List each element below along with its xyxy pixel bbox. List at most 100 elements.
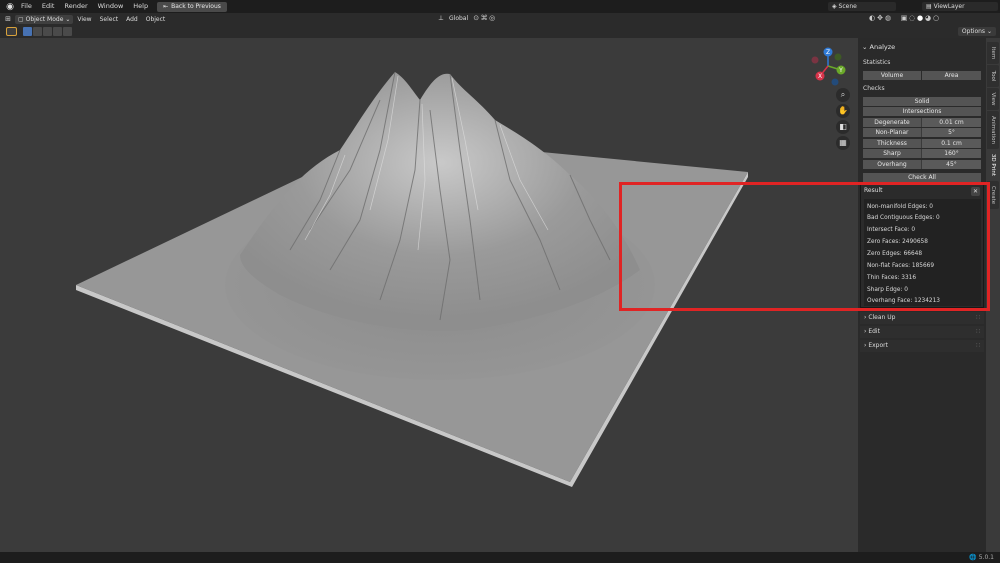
solid-button[interactable]: Solid <box>863 97 981 106</box>
back-to-previous-button[interactable]: ⇤ Back to Previous <box>157 1 227 12</box>
object-mode-icon: ▢ <box>18 15 24 23</box>
back-to-previous-label: Back to Previous <box>171 2 221 10</box>
select-extend-icon[interactable] <box>33 27 42 36</box>
solid-shading-icon[interactable]: ● <box>916 14 924 22</box>
tab-tool[interactable]: Tool <box>987 65 999 87</box>
edit-panel[interactable]: › Edit ∷ <box>860 326 984 338</box>
tool-settings-bar: Options ⌄ <box>0 25 1000 38</box>
analyze-panel-header[interactable]: ⌄ Analyze <box>858 41 986 54</box>
select-intersect-icon[interactable] <box>63 27 72 36</box>
overhang-row: Overhang 45° <box>863 160 981 169</box>
degenerate-button[interactable]: Degenerate <box>863 118 922 127</box>
drag-handle-icon[interactable]: ∷ <box>976 340 980 352</box>
menu-render[interactable]: Render <box>59 0 92 13</box>
navigation-gizmo[interactable]: Z Y X <box>808 46 848 86</box>
menu-help[interactable]: Help <box>128 0 153 13</box>
tab-animation-label: Animation <box>990 115 996 145</box>
options-label: Options <box>961 28 986 35</box>
selection-mode-buttons <box>23 27 73 36</box>
area-button[interactable]: Area <box>922 71 981 80</box>
tab-item-label: Item <box>990 46 996 60</box>
overhang-value[interactable]: 45° <box>922 160 981 169</box>
mode-label: Object Mode <box>25 15 64 23</box>
tab-item[interactable]: Item <box>987 42 999 64</box>
tab-view-label: View <box>990 92 996 106</box>
export-label: Export <box>868 342 888 349</box>
transform-controls: ⟂ Global ⊙ ⌘ ◎ <box>437 14 496 22</box>
wireframe-shading-icon[interactable]: ◌ <box>908 14 916 22</box>
proportional-edit-icon[interactable]: ◎ <box>488 14 496 22</box>
back-icon: ⇤ <box>163 2 169 10</box>
non-planar-button[interactable]: Non-Planar <box>863 128 922 137</box>
export-panel[interactable]: › Export ∷ <box>860 340 984 352</box>
globe-icon: 🌐 <box>969 554 977 561</box>
degenerate-value[interactable]: 0.01 cm <box>922 118 981 127</box>
statistics-buttons: Volume Area <box>863 71 981 80</box>
select-subtract-icon[interactable] <box>43 27 52 36</box>
zoom-icon[interactable]: ⌕ <box>836 88 850 102</box>
degenerate-row: Degenerate 0.01 cm <box>863 118 981 127</box>
pivot-icon[interactable]: ⊙ <box>472 14 480 22</box>
transform-orientation[interactable]: Global <box>445 15 472 22</box>
camera-view-icon[interactable]: ◧ <box>836 120 850 134</box>
analyze-title: Analyze <box>869 43 896 51</box>
tab-3d-print[interactable]: 3D Print <box>987 150 999 180</box>
intersections-button[interactable]: Intersections <box>863 107 981 116</box>
clean-up-label: Clean Up <box>868 314 896 321</box>
perspective-grid-icon[interactable]: ▦ <box>836 136 850 150</box>
visibility-icon[interactable]: ◐ <box>868 14 876 22</box>
tab-animation[interactable]: Animation <box>987 111 999 149</box>
xray-icon[interactable]: ▣ <box>900 14 908 22</box>
select-tool-icon[interactable] <box>6 27 17 36</box>
volume-button[interactable]: Volume <box>863 71 922 80</box>
sharp-value[interactable]: 160° <box>922 149 981 158</box>
scene-selector[interactable]: ◈ Scene <box>828 2 896 11</box>
drag-handle-icon[interactable]: ∷ <box>976 312 980 324</box>
select-invert-icon[interactable] <box>53 27 62 36</box>
snap-icon[interactable]: ⌘ <box>480 14 488 22</box>
non-planar-row: Non-Planar 5° <box>863 128 981 137</box>
clean-up-panel[interactable]: › Clean Up ∷ <box>860 312 984 324</box>
version-info: 🌐 5.0.1 <box>969 553 994 562</box>
gizmo-toggle-icon[interactable]: ✥ <box>876 14 884 22</box>
menu-object[interactable]: Object <box>142 16 170 23</box>
pan-hand-icon[interactable]: ✋ <box>836 104 850 118</box>
solid-row: Solid <box>863 97 981 106</box>
intersections-row: Intersections <box>863 107 981 116</box>
sharp-button[interactable]: Sharp <box>863 149 922 158</box>
scene-name: Scene <box>838 3 857 10</box>
menu-file[interactable]: File <box>16 0 37 13</box>
menu-window[interactable]: Window <box>93 0 129 13</box>
non-planar-value[interactable]: 5° <box>922 128 981 137</box>
drag-handle-icon[interactable]: ∷ <box>976 326 980 338</box>
options-dropdown[interactable]: Options ⌄ <box>957 27 996 36</box>
material-shading-icon[interactable]: ◕ <box>924 14 932 22</box>
overhang-button[interactable]: Overhang <box>863 160 922 169</box>
gizmo-x-label: X <box>818 73 822 80</box>
tab-view[interactable]: View <box>987 88 999 110</box>
transform-orientation-icon: ⟂ <box>438 14 444 22</box>
menu-view[interactable]: View <box>73 16 95 23</box>
statistics-label: Statistics <box>863 59 891 66</box>
highlight-box <box>619 182 990 311</box>
menu-edit[interactable]: Edit <box>37 0 60 13</box>
rendered-shading-icon[interactable]: ○ <box>932 14 940 22</box>
thickness-value[interactable]: 0.1 cm <box>922 139 981 148</box>
thickness-row: Thickness 0.1 cm <box>863 139 981 148</box>
gizmo-y-label: Y <box>838 67 843 74</box>
mode-selector[interactable]: ▢ Object Mode ⌄ <box>15 14 74 24</box>
version-number: 5.0.1 <box>978 554 994 561</box>
thickness-button[interactable]: Thickness <box>863 139 922 148</box>
menu-select[interactable]: Select <box>96 16 123 23</box>
checks-label: Checks <box>863 85 885 92</box>
editor-type-icon[interactable]: ⊞ <box>4 15 12 23</box>
menu-add[interactable]: Add <box>122 16 142 23</box>
check-all-button[interactable]: Check All <box>863 173 981 182</box>
view-layer-selector[interactable]: ▤ ViewLayer <box>922 2 998 11</box>
overlay-icon[interactable]: ◍ <box>884 14 892 22</box>
tab-tool-label: Tool <box>990 70 996 82</box>
edit-label: Edit <box>868 328 880 335</box>
select-new-icon[interactable] <box>23 27 32 36</box>
blender-logo-icon[interactable]: ◉ <box>4 1 16 13</box>
scene-icon: ◈ <box>832 3 837 10</box>
